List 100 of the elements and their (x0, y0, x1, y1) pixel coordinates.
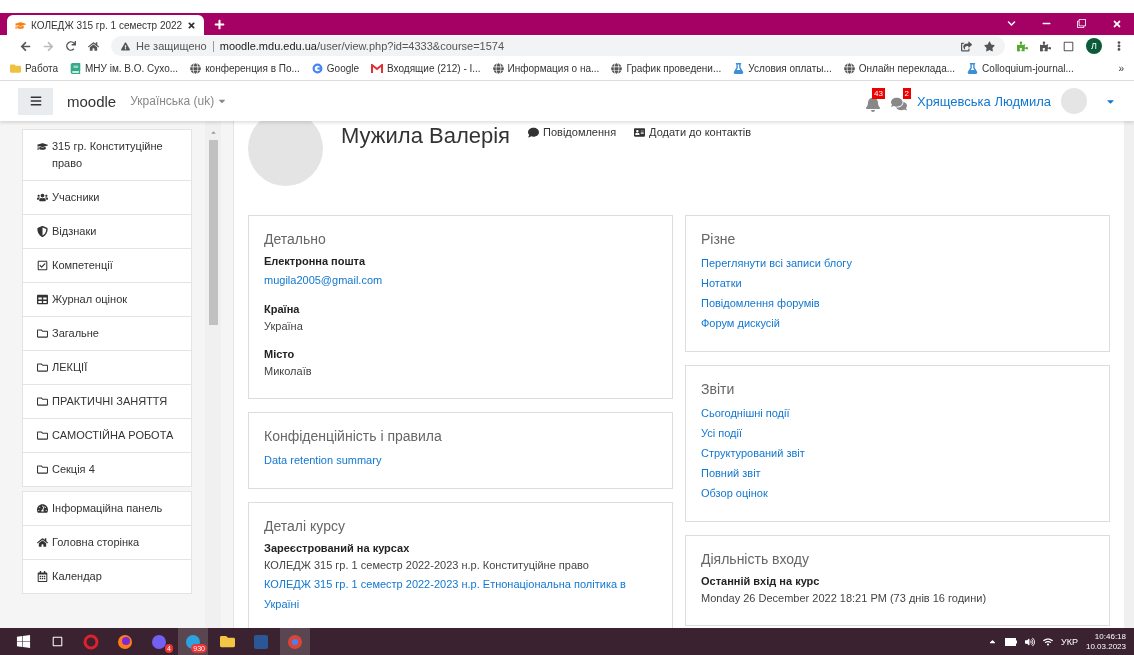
link[interactable]: Переглянути всі записи блогу (701, 253, 1094, 273)
chat-icon[interactable] (890, 96, 907, 112)
language-indicator[interactable]: УКР (1061, 636, 1078, 647)
restore-icon[interactable] (1077, 19, 1086, 28)
cap-icon (15, 19, 26, 31)
close-icon[interactable] (1112, 19, 1122, 29)
cap-icon (37, 141, 48, 152)
link[interactable]: Структурований звіт (701, 443, 1094, 463)
address-bar[interactable]: Не защищено moodle.mdu.edu.ua/user/view.php?id=4333&course=1574 (111, 36, 1005, 56)
folder-icon (37, 362, 48, 373)
gauge-icon (37, 503, 48, 514)
new-tab-icon[interactable] (214, 19, 226, 30)
reload-icon[interactable] (66, 41, 76, 51)
document-icon (253, 633, 269, 650)
wifi-icon[interactable] (1043, 636, 1053, 647)
windows-icon (15, 634, 31, 649)
globe-icon (190, 63, 202, 74)
link[interactable]: Data retention summary (264, 450, 657, 470)
sidebar-item[interactable]: Секція 4 (22, 453, 192, 487)
people-icon (37, 192, 48, 203)
user-name[interactable]: Хрящевська Людмила (916, 93, 1051, 109)
globe-icon (843, 63, 855, 74)
sidebar-item[interactable]: Календар (22, 560, 192, 594)
globe-icon (611, 63, 623, 74)
link[interactable]: Усі події (701, 423, 1094, 443)
field-label: Країна (264, 302, 301, 317)
tray-caret-icon[interactable] (988, 637, 997, 646)
profile-action[interactable]: Повідомлення (528, 126, 617, 138)
back-icon[interactable] (20, 40, 31, 52)
side-panel-icon[interactable] (1063, 40, 1074, 52)
sidebar-item[interactable]: Інформаційна панель (22, 491, 192, 526)
sidebar-item[interactable]: ПРАКТИЧНІ ЗАНЯТТЯ (22, 385, 192, 419)
sidebar-item[interactable]: 315 гр. Конституційне право (22, 129, 192, 181)
google-icon (311, 63, 323, 74)
sidebar-item[interactable]: Компетенції (22, 249, 192, 283)
clock[interactable]: 10:46:18 10.03.2023 (1085, 631, 1126, 652)
link[interactable]: Сьогоднішні події (701, 403, 1094, 423)
field-label: Зареєстрований на курсах (264, 541, 411, 556)
bookmark[interactable]: График проведени... (611, 63, 722, 74)
link[interactable]: Нотатки (701, 273, 1094, 293)
globe-icon (492, 63, 504, 74)
folder-icon (37, 430, 48, 441)
flask-icon (967, 63, 979, 74)
field-value: Monday 26 December 2022 18:21 PM (73 днів 16 години) (701, 591, 988, 606)
browser-icon (287, 633, 303, 650)
scrollbar-thumb[interactable] (208, 140, 218, 325)
puzzle-icon[interactable] (1040, 40, 1051, 52)
volume-icon[interactable] (1025, 636, 1035, 647)
link[interactable]: Обзор оцінок (701, 483, 1094, 503)
share-icon[interactable] (961, 40, 972, 52)
link[interactable]: Форум дискусій (701, 313, 1094, 333)
sidebar-item[interactable]: САМОСТІЙНА РОБОТА (22, 419, 192, 453)
folder-icon (37, 464, 48, 475)
browser-tab[interactable]: КОЛЕДЖ 315 гр. 1 семестр 2022 (7, 15, 205, 35)
sidebar-item[interactable]: Загальне (22, 317, 192, 351)
menu-icon (29, 95, 42, 107)
sidebar-item[interactable]: Відзнаки (22, 215, 192, 249)
menu-button[interactable] (18, 87, 53, 115)
bookmark[interactable]: конференция в По... (190, 63, 300, 74)
bookmark[interactable]: Онлайн переклада... (843, 63, 956, 74)
bookmark[interactable]: МНУ ім. В.О. Сухо... (70, 63, 179, 74)
bookmark[interactable]: Условия оплаты... (733, 63, 832, 74)
close-icon[interactable] (187, 20, 197, 30)
home-icon[interactable] (88, 40, 99, 52)
table-icon (37, 294, 48, 305)
more-bookmarks[interactable]: » (1118, 63, 1124, 74)
chevron-icon[interactable] (1007, 19, 1016, 28)
battery-icon[interactable] (1005, 637, 1017, 646)
app-icon (151, 633, 167, 650)
sidebar-item[interactable]: ЛЕКЦІЇ (22, 351, 192, 385)
mail-icon (371, 63, 384, 74)
bookmark[interactable]: Информация о на... (492, 63, 600, 74)
link[interactable]: КОЛЕДЖ 315 гр. 1 семестр 2022-2023 н.р. Етнонаціональна політика в Україні (264, 574, 657, 614)
profile-action[interactable]: Додати до контактів (634, 126, 752, 138)
flask-icon (733, 63, 745, 74)
logo[interactable]: moodle (67, 92, 117, 110)
contact-card-icon (634, 126, 646, 138)
bookmark[interactable]: Google (311, 63, 360, 74)
bookmark[interactable]: Работа (10, 63, 58, 74)
profile-name: Мужила Валерія (341, 123, 511, 149)
card-title: Різне (701, 231, 737, 247)
link[interactable]: mugila2005@gmail.com (264, 270, 657, 290)
language-menu[interactable]: Українська (uk) (130, 94, 228, 108)
sidebar-item[interactable]: Журнал оцінок (22, 283, 192, 317)
warning-icon (121, 41, 130, 51)
card-title: Конфіденційність і правила (264, 428, 443, 444)
sidebar-item[interactable]: Учасники (22, 181, 192, 215)
link[interactable]: Повідомлення форумів (701, 293, 1094, 313)
profile-avatar[interactable]: Л (1086, 38, 1102, 54)
bookmark[interactable]: Входящие (212) - I... (371, 63, 481, 74)
browser-icon (117, 633, 133, 650)
star-icon[interactable] (984, 40, 995, 52)
link[interactable]: Повний звіт (701, 463, 1094, 483)
field-label: Електронна пошта (264, 254, 367, 269)
field-value: Україна (264, 319, 304, 334)
bell-icon[interactable] (864, 96, 881, 112)
bookmark[interactable]: Colloquium-journal... (967, 63, 1074, 74)
sidebar-item[interactable]: Головна сторінка (22, 526, 192, 560)
extension-icon[interactable] (1017, 40, 1028, 52)
checkbox-icon (37, 260, 48, 271)
